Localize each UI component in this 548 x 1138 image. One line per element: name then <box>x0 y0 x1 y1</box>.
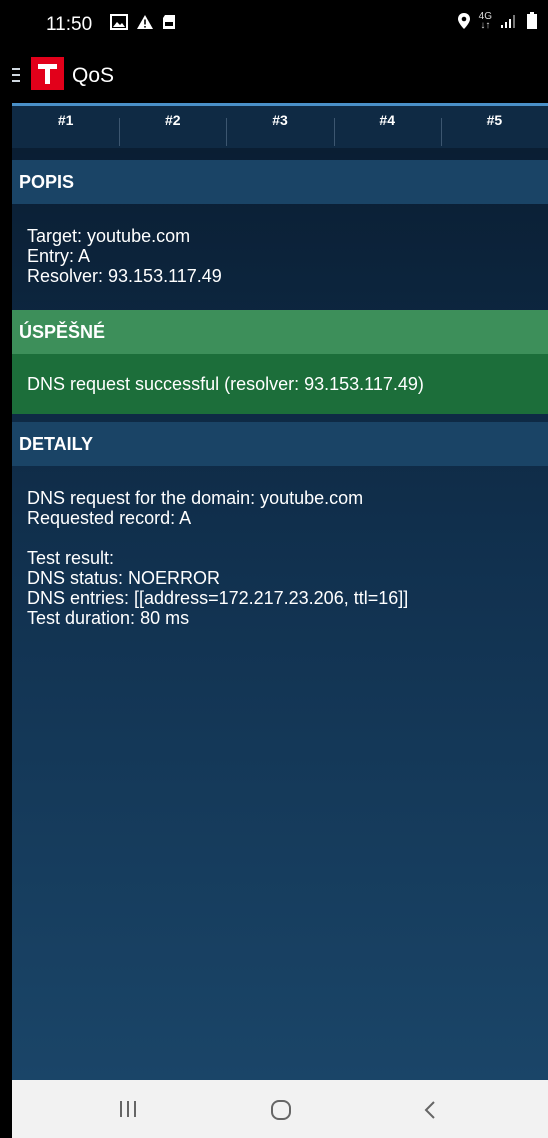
result-header: ÚSPĚŠNÉ <box>12 310 548 354</box>
popis-body: Target: youtube.com Entry: A Resolver: 9… <box>12 204 548 306</box>
test-detail-content[interactable]: POPIS Target: youtube.com Entry: A Resol… <box>12 148 548 1080</box>
app-title: QoS <box>72 64 115 87</box>
gallery-icon <box>110 14 128 30</box>
tab-2[interactable]: #2 <box>119 106 226 148</box>
details-body: DNS request for the domain: youtube.com … <box>12 466 548 642</box>
app-logo <box>31 57 64 90</box>
requested-record-line: Requested record: A <box>27 508 192 528</box>
network-type-indicator: 4G ↓↑ <box>479 12 492 31</box>
popis-header: POPIS <box>12 160 548 204</box>
result-message: DNS request successful (resolver: 93.153… <box>27 373 424 394</box>
target-line: Target: youtube.com <box>27 226 191 246</box>
status-bar: 11:50 4G ↓↑ <box>12 0 548 46</box>
test-result-line: Test result: <box>27 548 115 568</box>
dns-status-line: DNS status: NOERROR <box>27 568 221 588</box>
system-nav-bar <box>12 1080 548 1138</box>
location-icon <box>457 13 470 29</box>
resolver-line: Resolver: 93.153.117.49 <box>27 266 222 286</box>
dns-request-line: DNS request for the domain: youtube.com <box>27 488 364 508</box>
test-duration-line: Test duration: 80 ms <box>27 608 190 628</box>
system-icons: 4G ↓↑ <box>457 12 538 31</box>
menu-icon[interactable] <box>12 68 20 84</box>
warning-icon <box>137 15 153 29</box>
tab-5[interactable]: #5 <box>440 106 548 148</box>
tab-1[interactable]: #1 <box>12 106 119 148</box>
recent-apps-icon[interactable] <box>118 1100 138 1118</box>
app-bar: QoS <box>12 46 548 106</box>
back-icon[interactable] <box>423 1100 437 1120</box>
signal-icon <box>501 15 515 28</box>
dns-entries-line: DNS entries: [[address=172.217.23.206, t… <box>27 588 409 608</box>
phone-screen: 11:50 4G ↓↑ QoS #1 #2 #3 #4 #5 POPIS Tar… <box>12 0 548 1138</box>
data-activity-label: ↓↑ <box>480 20 491 31</box>
tab-4[interactable]: #4 <box>333 106 441 148</box>
status-time: 11:50 <box>46 14 93 35</box>
test-tabs: #1 #2 #3 #4 #5 <box>12 106 548 148</box>
entry-line: Entry: A <box>27 246 91 266</box>
tab-3[interactable]: #3 <box>226 106 333 148</box>
result-body: DNS request successful (resolver: 93.153… <box>12 354 548 414</box>
details-header: DETAILY <box>12 422 548 466</box>
notification-icons <box>110 14 176 30</box>
logo-t-icon <box>38 64 57 84</box>
home-icon[interactable] <box>270 1099 292 1121</box>
battery-icon <box>527 12 537 29</box>
sd-card-icon <box>163 15 175 29</box>
